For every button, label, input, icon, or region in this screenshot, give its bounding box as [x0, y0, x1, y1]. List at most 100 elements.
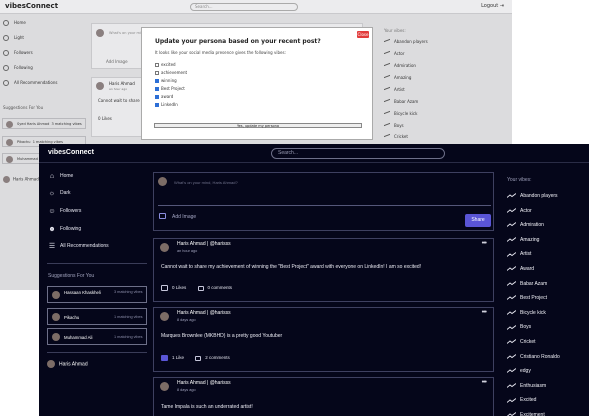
update-persona-button[interactable]: Yes, update my persona	[154, 123, 362, 128]
light-vibe-item[interactable]: Abandon players	[384, 38, 428, 45]
share-button[interactable]: Share	[465, 214, 491, 227]
composer-input[interactable]: What's on your mind, Haris Ahmad?	[174, 180, 238, 185]
suggestion-name: Hassaan Khaskheli	[64, 290, 101, 295]
suggestion-row[interactable]: Hassaan Khaskheli 3 matching vibes	[47, 286, 147, 303]
light-vibe-item[interactable]: Artist	[384, 86, 405, 93]
nav-home[interactable]: ⌂ Home	[48, 171, 148, 183]
checkbox-unchecked[interactable]	[155, 63, 159, 67]
logout-label: Logout	[481, 3, 499, 9]
vibe-item[interactable]: Artist	[507, 251, 531, 257]
vibe-label: Admiration	[520, 222, 544, 229]
vibe-label: Best Project	[520, 295, 547, 302]
light-vibe-item[interactable]: Cricket	[384, 133, 408, 140]
like-icon[interactable]	[161, 285, 168, 291]
vibe-label: Excited	[520, 397, 537, 404]
vibe-item[interactable]: Cricket	[507, 339, 536, 345]
vibe-item[interactable]: Babar Azam	[507, 281, 547, 287]
more-options-icon[interactable]: •••	[482, 240, 487, 247]
brand-logo[interactable]: vibesConnect	[48, 149, 94, 156]
light-nav-all-recommendations[interactable]: All Recommendations	[3, 80, 57, 86]
trending-icon	[507, 207, 516, 213]
vibe-option-label: excited	[161, 62, 176, 67]
vibe-label: Enthusiasm	[520, 382, 547, 389]
vibe-item[interactable]: Boys	[507, 324, 531, 330]
post-author[interactable]: Haris Ahmad | @harisss	[177, 310, 231, 316]
composer-divider	[158, 205, 491, 206]
light-nav-following[interactable]: Following	[3, 65, 33, 71]
post-author[interactable]: Haris Ahmad | @harisss	[177, 241, 231, 247]
checkbox-checked[interactable]	[155, 95, 159, 99]
nav-all-recommendations[interactable]: ☰ All Recommendations	[48, 241, 148, 253]
vibe-option-linkedin[interactable]: LinkedIn	[155, 101, 361, 109]
current-user[interactable]: Haris Ahmad	[47, 360, 88, 368]
light-logout-button[interactable]: Logout ⇥	[481, 3, 504, 9]
vibe-item[interactable]: Bicycle kick	[507, 310, 546, 316]
vibe-item[interactable]: Best Project	[507, 295, 547, 301]
trending-icon	[507, 412, 516, 416]
checkbox-checked[interactable]	[155, 103, 159, 107]
image-icon[interactable]	[159, 213, 166, 219]
comments-count[interactable]: 0 comments	[208, 285, 233, 290]
vibe-option-winning[interactable]: winning	[155, 77, 361, 85]
vibe-item[interactable]: Excited	[507, 397, 536, 403]
vibe-item[interactable]: Admiration	[507, 222, 544, 228]
suggestion-name: Syed Haris Ahmad	[17, 122, 50, 126]
vibe-option-achievement[interactable]: achievement	[155, 69, 361, 77]
light-vibe-item[interactable]: Babar Azam	[384, 98, 418, 105]
vibe-item[interactable]: edgy	[507, 368, 531, 374]
vibe-option-excited[interactable]: excited	[155, 61, 361, 69]
modal-subtitle: It looks like your social media presence…	[155, 50, 286, 55]
likes-count[interactable]: 1 Like	[172, 355, 184, 360]
avatar	[52, 313, 60, 321]
light-search-input[interactable]: Search...	[190, 3, 298, 11]
trend-icon	[384, 110, 390, 117]
add-image-button[interactable]: Add Image	[172, 214, 196, 220]
comment-icon[interactable]	[195, 355, 202, 361]
vibe-label: Cristiano Ronaldo	[520, 353, 560, 360]
nav-dark[interactable]: ☼ Dark	[48, 188, 148, 200]
followers-icon: ☺	[48, 207, 56, 215]
checkbox-unchecked[interactable]	[155, 71, 159, 75]
light-vibe-item[interactable]: Bicycle kick	[384, 110, 417, 117]
vibe-item[interactable]: Abandon players	[507, 193, 558, 199]
comments-count[interactable]: 2 comments	[205, 355, 230, 360]
post-time: 8 days ago	[177, 388, 196, 392]
light-vibe-item[interactable]: Amazing	[384, 74, 411, 81]
vibe-item[interactable]: Cristiano Ronaldo	[507, 354, 560, 360]
suggestion-row[interactable]: Muhammad Ali 1 matching vibes	[47, 328, 147, 345]
like-icon[interactable]	[161, 355, 168, 361]
nav-following[interactable]: ☻ Following	[48, 224, 148, 236]
vibe-option-award[interactable]: award	[155, 93, 361, 101]
comment-icon[interactable]	[197, 285, 204, 291]
vibe-item[interactable]: Excitement	[507, 412, 545, 416]
light-nav-light[interactable]: Light	[3, 35, 24, 41]
light-current-user-name: Haris Ahmad	[13, 176, 39, 182]
vibe-item[interactable]: Enthusiasm	[507, 383, 546, 389]
light-nav-home[interactable]: Home	[3, 20, 26, 26]
light-suggestion-row[interactable]: Syed Haris Ahmad 3 matching vibes	[2, 118, 86, 129]
likes-count[interactable]: 0 Likes	[172, 285, 186, 290]
nav-label: Following	[60, 226, 82, 232]
light-nav-label: All Recommendations	[14, 80, 58, 85]
search-input[interactable]: Search...	[271, 148, 445, 159]
post-author[interactable]: Haris Ahmad | @harisss	[177, 380, 231, 386]
dark-app-window: vibesConnect Search... ⌂ Home ☼ Dark ☺ F…	[39, 144, 589, 416]
suggestions-title: Suggestions For You	[48, 273, 95, 279]
light-vibe-item[interactable]: Actor	[384, 50, 405, 57]
vibe-item[interactable]: Amazing	[507, 237, 539, 243]
nav-followers[interactable]: ☺ Followers	[48, 206, 148, 218]
vibe-item[interactable]: Award	[507, 266, 534, 272]
checkbox-checked[interactable]	[155, 87, 159, 91]
modal-close-button[interactable]: Close	[357, 31, 369, 38]
more-options-icon[interactable]: •••	[482, 309, 487, 316]
suggestion-row[interactable]: Pikachu 1 matching vibes	[47, 308, 147, 325]
light-vibe-item[interactable]: Admiration	[384, 62, 416, 69]
more-options-icon[interactable]: •••	[482, 379, 487, 386]
light-post-likes[interactable]: 0 Likes	[98, 116, 112, 121]
checkbox-checked[interactable]	[155, 79, 159, 83]
vibe-option-best-project[interactable]: Best Project	[155, 85, 361, 93]
light-add-image[interactable]: Add Image	[106, 59, 128, 64]
light-nav-followers[interactable]: Followers	[3, 50, 33, 56]
vibe-item[interactable]: Actor	[507, 208, 532, 214]
light-vibe-item[interactable]: Boys	[384, 122, 404, 129]
